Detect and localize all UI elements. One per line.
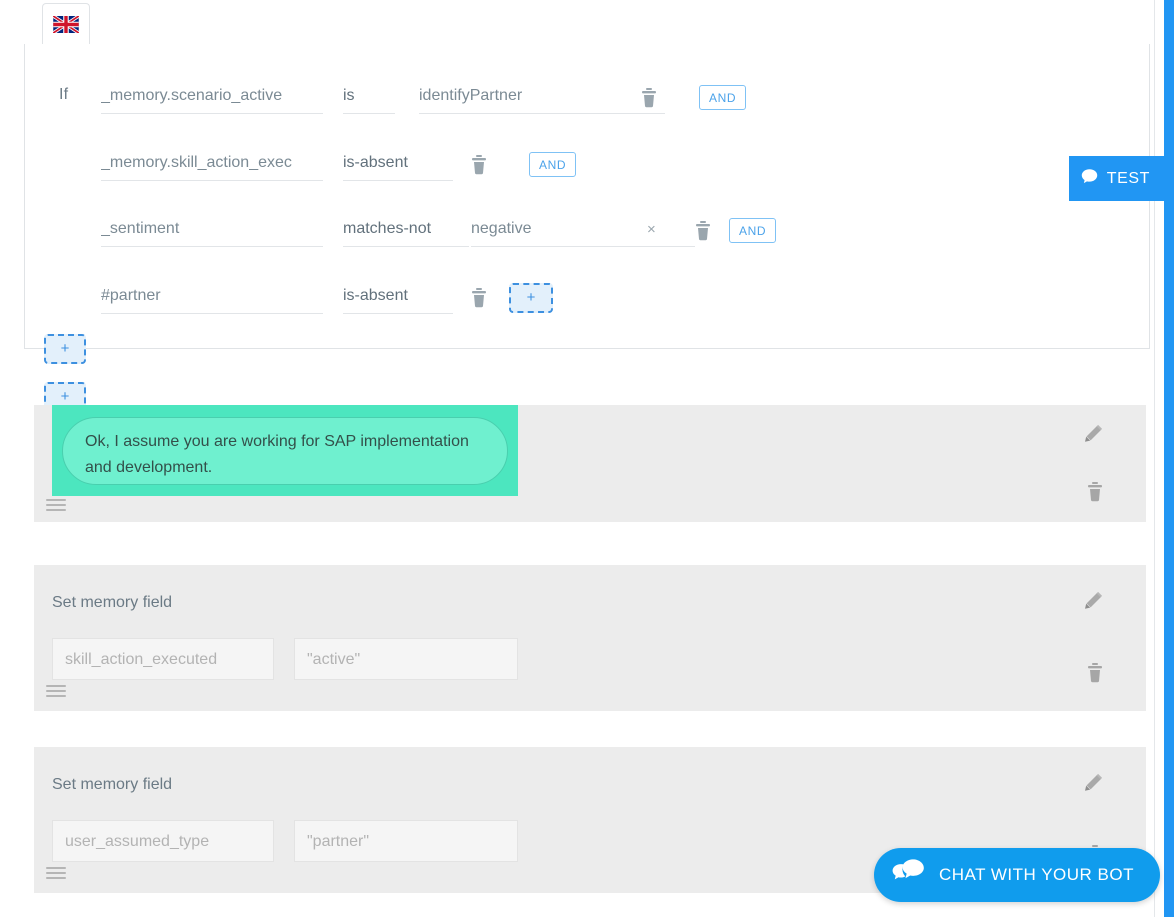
delete-condition-button-3[interactable] [471,288,493,312]
condition-connector-and-1[interactable]: AND [529,152,577,177]
delete-action-button-0[interactable] [1086,482,1104,507]
condition-value-input-2[interactable]: negative [471,219,695,247]
drag-handle-2[interactable] [46,867,66,879]
memory-key-input-1[interactable]: skill_action_executed [52,638,274,680]
condition-operator-select-3[interactable]: is-absent [343,286,453,314]
conditions-card: If _memory.scenario_active is identifyPa… [24,44,1150,349]
app-root: If _memory.scenario_active is identifyPa… [0,0,1174,917]
right-edge-strip [1164,0,1174,917]
condition-connector-and-2[interactable]: AND [729,218,777,243]
message-bubble-container: Ok, I assume you are working for SAP imp… [52,405,518,496]
drag-handle-1[interactable] [46,685,66,697]
uk-flag-icon [53,15,79,33]
delete-condition-button-0[interactable] [641,88,663,112]
chat-bubble-icon [1081,168,1098,190]
tab-language-en[interactable] [42,3,90,45]
action-card-memory-1: Set memory field skill_action_executed "… [34,565,1146,711]
condition-field-input-3[interactable]: #partner [101,286,323,314]
condition-field-input-1[interactable]: _memory.skill_action_exec [101,153,323,181]
memory-key-input-2[interactable]: user_assumed_type [52,820,274,862]
right-gutter [1154,0,1164,917]
condition-operator-select-2[interactable]: matches-not [343,219,469,247]
add-condition-button-3[interactable]: + [509,283,553,313]
edit-action-button-2[interactable] [1084,772,1104,797]
delete-condition-button-2[interactable] [695,221,717,245]
delete-action-button-1[interactable] [1086,663,1104,688]
chat-with-bot-button[interactable]: CHAT WITH YOUR BOT [873,848,1160,902]
memory-value-input-1[interactable]: "active" [294,638,518,680]
test-button-label: TEST [1106,169,1150,187]
message-bubble-text[interactable]: Ok, I assume you are working for SAP imp… [62,417,508,485]
drag-handle-0[interactable] [46,499,66,511]
condition-operator-select-0[interactable]: is [343,86,395,114]
condition-value-input-0[interactable]: identifyPartner [419,86,665,114]
add-condition-group-button[interactable]: + [44,334,86,364]
action-card-message: Ok, I assume you are working for SAP imp… [34,405,1146,522]
clear-value-button-2[interactable]: × [647,222,656,238]
memory-value-input-2[interactable]: "partner" [294,820,518,862]
chat-bubbles-icon [892,858,926,893]
condition-field-input-0[interactable]: _memory.scenario_active [101,86,323,114]
edit-action-button-1[interactable] [1084,590,1104,615]
chat-with-bot-label: CHAT WITH YOUR BOT [938,865,1134,884]
condition-connector-and-0[interactable]: AND [699,85,747,110]
card-title-memory-2: Set memory field [52,776,173,793]
test-button[interactable]: TEST [1068,156,1164,201]
if-label: If [59,86,69,103]
language-tabbar [24,0,1150,45]
edit-action-button-0[interactable] [1084,423,1104,448]
condition-field-input-2[interactable]: _sentiment [101,219,323,247]
card-title-memory-1: Set memory field [52,594,173,611]
delete-condition-button-1[interactable] [471,155,493,179]
condition-operator-select-1[interactable]: is-absent [343,153,453,181]
